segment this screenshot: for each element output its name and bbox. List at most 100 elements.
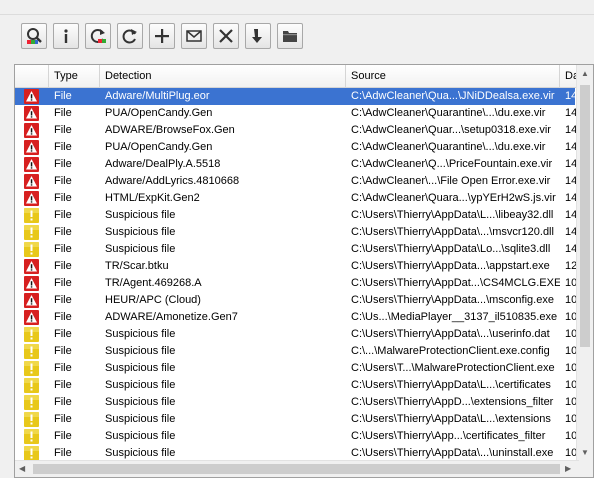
row-icon-cell (15, 428, 49, 445)
row-type: File (54, 124, 72, 136)
vertical-scroll-thumb[interactable] (580, 85, 590, 347)
row-source: C:\Users\Thierry\AppD...\extensions_filt… (351, 396, 554, 408)
row-icon-cell (15, 241, 49, 258)
red-warning-triangle-icon (24, 276, 39, 291)
red-warning-triangle-icon (24, 310, 39, 325)
column-header-source[interactable]: Source (346, 65, 560, 87)
row-detection: PUA/OpenCandy.Gen (105, 107, 213, 119)
update-button[interactable] (85, 23, 111, 49)
horizontal-scrollbar[interactable]: ◀ ▶ (15, 460, 579, 477)
row-source: C:\Users\Thierry\AppData\L...\extensions (351, 413, 551, 425)
row-source: C:\AdwCleaner\Quar...\setup0318.exe.vir (351, 124, 551, 136)
row-icon-cell (15, 258, 49, 275)
magnifier-scan-icon (27, 28, 42, 44)
yellow-exclamation-icon (24, 225, 39, 240)
row-icon-cell (15, 360, 49, 377)
red-warning-triangle-icon (24, 174, 39, 189)
row-type: File (54, 345, 72, 357)
row-type: File (54, 209, 72, 221)
row-source: C:\AdwCleaner\Q...\PriceFountain.exe.vir (351, 158, 553, 170)
window-top-strip (0, 0, 594, 15)
red-warning-triangle-icon (24, 123, 39, 138)
folder-button[interactable] (277, 23, 303, 49)
table-row[interactable]: File ADWARE/BrowseFox.Gen C:\AdwCleaner\Qu… (15, 122, 577, 139)
horizontal-scroll-thumb[interactable] (33, 464, 560, 474)
scroll-right-icon[interactable]: ▶ (565, 464, 571, 474)
row-icon-cell (15, 411, 49, 428)
table-row[interactable]: File HEUR/APC (Cloud) C:\Users\Thierry\App… (15, 292, 577, 309)
yellow-exclamation-icon (24, 429, 39, 444)
detection-table: Type Detection Source Da File Adware/Mult… (14, 64, 594, 478)
row-type: File (54, 413, 72, 425)
row-detection: HTML/ExpKit.Gen2 (105, 192, 200, 204)
row-type: File (54, 226, 72, 238)
delete-button[interactable] (213, 23, 239, 49)
table-row[interactable]: File Adware/DealPly.A.5518 C:\AdwCleaner\Q… (15, 156, 577, 173)
row-icon-cell (15, 309, 49, 326)
table-row[interactable]: File ADWARE/Amonetize.Gen7 C:\Us...\MediaP… (15, 309, 577, 326)
column-header-detection[interactable]: Detection (100, 65, 346, 87)
column-header-icon[interactable] (15, 65, 49, 87)
table-row[interactable]: File Suspicious file C:\Users\Thierry\AppD… (15, 411, 577, 428)
row-source: C:\Users\Thierry\App...\certificates_fil… (351, 430, 546, 442)
yellow-exclamation-icon (24, 395, 39, 410)
row-type: File (54, 90, 72, 102)
row-type: File (54, 175, 72, 187)
scan-button[interactable] (21, 23, 47, 49)
table-row[interactable]: File Suspicious file C:\Users\Thierry\AppD… (15, 377, 577, 394)
scroll-left-icon[interactable]: ◀ (19, 464, 25, 474)
info-button[interactable] (53, 23, 79, 49)
row-source: C:\AdwCleaner\...\File Open Error.exe.vi… (351, 175, 551, 187)
row-type: File (54, 192, 72, 204)
table-row[interactable]: File Suspicious file C:\Users\Thierry\AppD… (15, 241, 577, 258)
scroll-up-icon[interactable]: ▲ (581, 69, 589, 79)
row-icon-cell (15, 292, 49, 309)
row-detection: Adware/MultiPlug.eor (105, 90, 210, 102)
row-source: C:\Users\Thierry\AppData\L...\certificat… (351, 379, 551, 391)
row-icon-cell (15, 88, 49, 105)
row-icon-cell (15, 105, 49, 122)
table-row[interactable]: File PUA/OpenCandy.Gen C:\AdwCleaner\Quara… (15, 105, 577, 122)
scroll-down-icon[interactable]: ▼ (581, 448, 589, 458)
row-detection: Suspicious file (105, 209, 176, 221)
table-row[interactable]: File Suspicious file C:\...\MalwareProtect… (15, 343, 577, 360)
table-row[interactable]: File Suspicious file C:\Users\Thierry\AppD… (15, 394, 577, 411)
table-row[interactable]: File PUA/OpenCandy.Gen C:\AdwCleaner\Quara… (15, 139, 577, 156)
yellow-exclamation-icon (24, 412, 39, 427)
row-type: File (54, 328, 72, 340)
table-row[interactable]: File Suspicious file C:\Users\T...\Malware… (15, 360, 577, 377)
row-source: C:\AdwCleaner\Quarantine\...\du.exe.vir (351, 107, 546, 119)
row-icon-cell (15, 394, 49, 411)
column-header-type[interactable]: Type (49, 65, 100, 87)
yellow-exclamation-icon (24, 446, 39, 461)
yellow-exclamation-icon (24, 361, 39, 376)
row-icon-cell (15, 377, 49, 394)
email-button[interactable] (181, 23, 207, 49)
row-source: C:\Users\T...\MalwareProtectionClient.ex… (351, 362, 555, 374)
table-row[interactable]: File Suspicious file C:\Users\Thierry\AppD… (15, 207, 577, 224)
vertical-scrollbar[interactable]: ▲ ▼ (576, 65, 593, 462)
row-icon-cell (15, 343, 49, 360)
table-row[interactable]: File Adware/MultiPlug.eor C:\AdwCleaner\Qu… (15, 88, 577, 105)
row-icon-cell (15, 156, 49, 173)
red-warning-triangle-icon (24, 106, 39, 121)
add-button[interactable] (149, 23, 175, 49)
table-row[interactable]: File HTML/ExpKit.Gen2 C:\AdwCleaner\Quara.… (15, 190, 577, 207)
table-row[interactable]: File TR/Agent.469268.A C:\Users\Thierry\Ap… (15, 275, 577, 292)
row-icon-cell (15, 139, 49, 156)
table-row[interactable]: File Suspicious file C:\Users\Thierry\AppD… (15, 326, 577, 343)
row-type: File (54, 260, 72, 272)
table-row[interactable]: File Suspicious file C:\Users\Thierry\App.… (15, 428, 577, 445)
table-row[interactable]: File Suspicious file C:\Users\Thierry\AppD… (15, 224, 577, 241)
restore-button[interactable] (245, 23, 271, 49)
row-icon-cell (15, 122, 49, 139)
scrollbar-corner (577, 461, 593, 477)
refresh-button[interactable] (117, 23, 143, 49)
row-type: File (54, 311, 72, 323)
table-row[interactable]: File TR/Scar.btku C:\Users\Thierry\AppData… (15, 258, 577, 275)
row-icon-cell (15, 190, 49, 207)
table-row[interactable]: File Adware/AddLyrics.4810668 C:\AdwCleane… (15, 173, 577, 190)
row-source: C:\AdwCleaner\Quarantine\...\du.exe.vir (351, 141, 546, 153)
arrow-down-icon (252, 29, 262, 43)
row-type: File (54, 141, 72, 153)
